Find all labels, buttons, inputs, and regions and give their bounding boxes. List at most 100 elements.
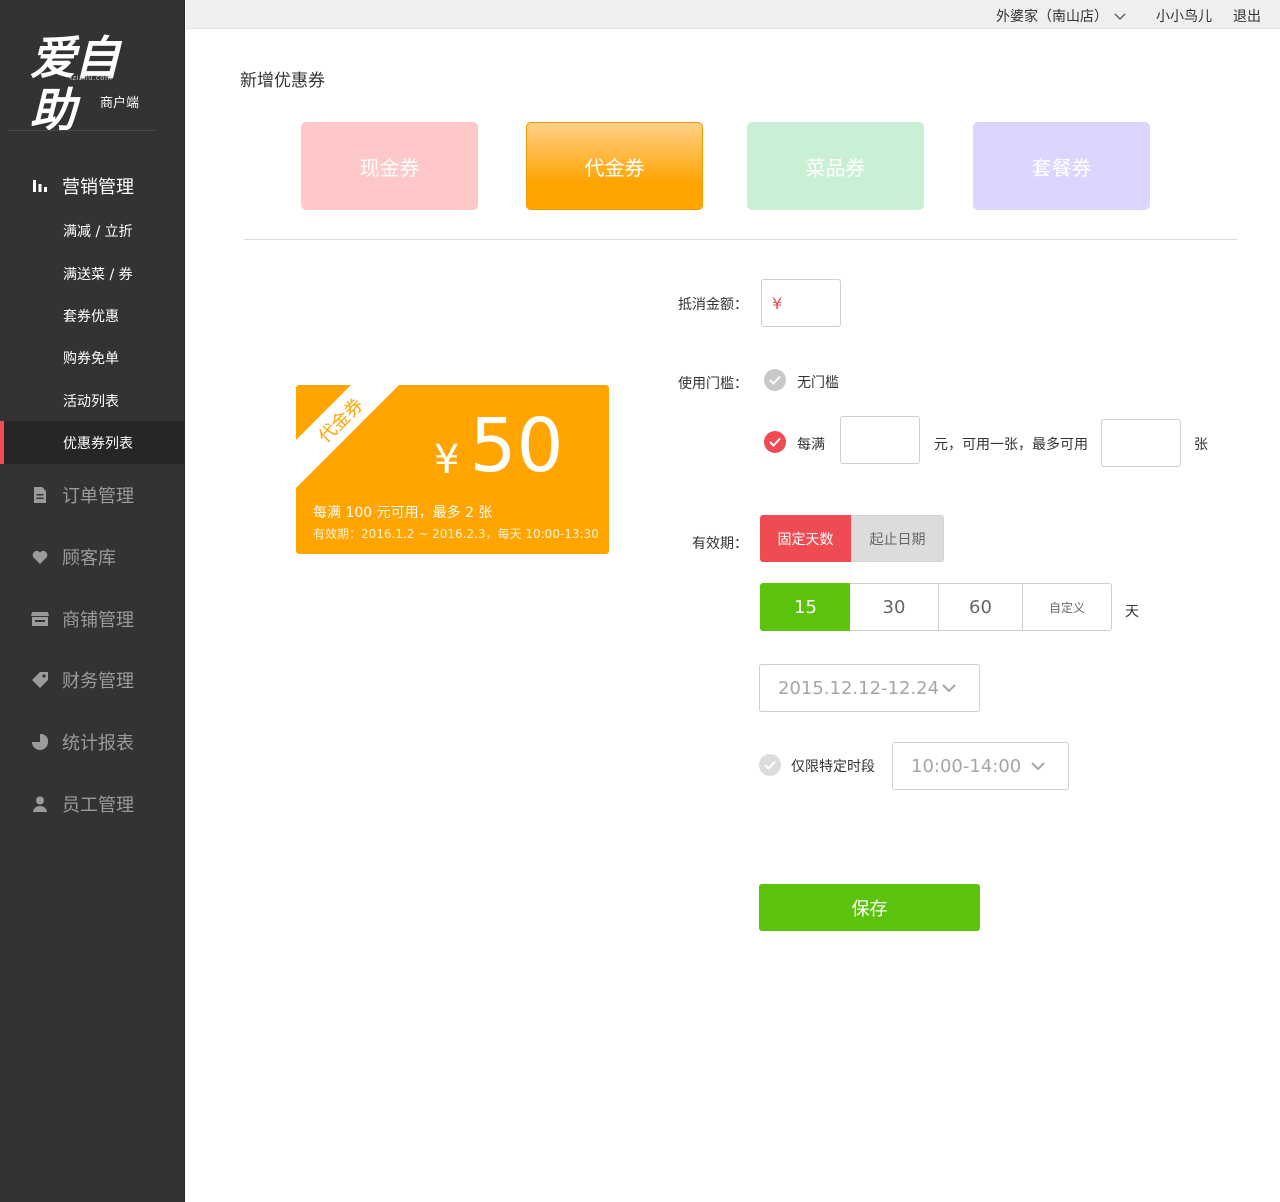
- per-full-mid-label: 元，可用一张，最多可用: [934, 437, 1088, 453]
- sidebar-item-store[interactable]: 商铺管理: [0, 599, 185, 639]
- days-option-60[interactable]: 60: [938, 583, 1023, 631]
- time-range-dropdown[interactable]: 10:00-14:00: [892, 742, 1069, 790]
- sidebar-item-label: 顾客库: [62, 548, 116, 569]
- bar-chart-icon: [30, 176, 50, 196]
- sidebar-subitem-label: 满送菜 / 券: [63, 266, 133, 283]
- coupon-type-label: 菜品券: [805, 155, 866, 180]
- sidebar-item-customers[interactable]: 顾客库: [0, 537, 185, 577]
- sidebar-item-label: 商铺管理: [62, 610, 134, 631]
- sidebar-item-marketing[interactable]: 营销管理: [0, 166, 185, 206]
- date-range-value: 2015.12.12-12.24: [778, 677, 940, 699]
- count-unit-label: 张: [1194, 437, 1208, 453]
- days-unit-label: 天: [1125, 604, 1139, 620]
- fixed-days-label: 固定天数: [777, 531, 834, 548]
- chevron-down-icon: [942, 684, 956, 693]
- coupon-rule: 每满 100 元可用，最多 2 张: [313, 505, 493, 521]
- sidebar: 爱自助 izizhu.com 商户端 营销管理 满减 / 立折 满送菜 / 券 …: [0, 0, 185, 1202]
- chevron-down-icon: [1031, 762, 1045, 771]
- no-threshold-label: 无门槛: [797, 375, 839, 391]
- sidebar-item-finance[interactable]: 财务管理: [0, 660, 185, 700]
- sidebar-subitem-label: 套券优惠: [63, 308, 119, 325]
- sidebar-item-orders[interactable]: 订单管理: [0, 475, 185, 515]
- top-bar: 外婆家（南山店） 小小鸟儿 退出: [186, 0, 1280, 29]
- save-button-label: 保存: [851, 898, 888, 920]
- sidebar-item-label: 员工管理: [62, 795, 134, 816]
- days-option-label: 自定义: [1048, 600, 1085, 615]
- logo-subtitle: 商户端: [100, 96, 140, 111]
- coupon-type-cash[interactable]: 现金券: [301, 122, 478, 210]
- currency-prefix: ¥: [772, 293, 783, 313]
- sidebar-item-staff[interactable]: 员工管理: [0, 784, 185, 824]
- user-icon: [30, 794, 50, 814]
- sidebar-subitem-coupons[interactable]: 优惠券列表: [0, 421, 185, 464]
- sidebar-divider: [8, 130, 156, 131]
- coupon-ribbon-label: 代金券: [314, 394, 368, 448]
- coupon-validity: 有效期：2016.1.2 ~ 2016.2.3，每天 10:00-13:30: [313, 527, 599, 541]
- offset-amount-input[interactable]: ¥: [761, 279, 841, 327]
- sidebar-item-label: 订单管理: [62, 486, 134, 507]
- date-range-label: 起止日期: [869, 531, 926, 548]
- days-option-label: 15: [794, 596, 817, 618]
- pie-chart-icon: [30, 732, 50, 752]
- min-spend-input[interactable]: [840, 416, 920, 464]
- logout-link[interactable]: 退出: [1233, 6, 1261, 26]
- sidebar-subitem-label: 活动列表: [63, 393, 119, 410]
- check-icon: [769, 437, 781, 447]
- coupon-value: 50: [469, 403, 564, 489]
- sidebar-item-label: 营销管理: [62, 177, 134, 198]
- threshold-label: 使用门槛：: [678, 376, 748, 392]
- check-icon: [769, 375, 781, 385]
- no-threshold-radio[interactable]: [764, 369, 786, 391]
- coupon-type-label: 套餐券: [1031, 155, 1092, 180]
- sidebar-subitem-gift[interactable]: 满送菜 / 券: [0, 252, 185, 295]
- logo-url: izizhu.com: [70, 74, 113, 82]
- tag-icon: [30, 670, 50, 690]
- max-count-input[interactable]: [1101, 419, 1181, 467]
- coupon-type-dish[interactable]: 菜品券: [747, 122, 924, 210]
- coupon-type-set-meal[interactable]: 套餐券: [973, 122, 1150, 210]
- validity-label: 有效期：: [692, 536, 748, 552]
- days-option-30[interactable]: 30: [850, 583, 939, 631]
- save-button[interactable]: 保存: [759, 884, 980, 931]
- sidebar-subitem-discount[interactable]: 满减 / 立折: [0, 209, 185, 252]
- coupon-type-label: 现金券: [359, 155, 420, 180]
- time-limit-checkbox[interactable]: [759, 754, 781, 776]
- days-option-15[interactable]: 15: [760, 583, 851, 631]
- coupon-type-voucher[interactable]: 代金券: [526, 122, 703, 210]
- store-selector[interactable]: 外婆家（南山店）: [996, 6, 1126, 26]
- sidebar-item-reports[interactable]: 统计报表: [0, 722, 185, 762]
- sidebar-subitem-activities[interactable]: 活动列表: [0, 379, 185, 422]
- store-name: 外婆家（南山店）: [996, 9, 1108, 25]
- store-icon: [30, 609, 50, 629]
- sidebar-subitem-label: 满减 / 立折: [63, 223, 133, 240]
- user-name[interactable]: 小小鸟儿: [1156, 6, 1212, 26]
- section-divider: [244, 239, 1237, 240]
- per-full-label: 每满: [797, 437, 825, 453]
- document-icon: [30, 485, 50, 505]
- sidebar-subitem-label: 优惠券列表: [63, 435, 133, 452]
- sidebar-subitem-label: 购券免单: [63, 350, 119, 367]
- heart-icon: [30, 547, 50, 567]
- time-limit-label: 仅限特定时段: [791, 759, 875, 775]
- coupon-type-label: 代金券: [584, 155, 645, 180]
- coupon-amount: ¥ 50: [434, 403, 564, 489]
- days-option-label: 30: [882, 596, 906, 618]
- date-range-dropdown[interactable]: 2015.12.12-12.24: [759, 664, 980, 712]
- coupon-ribbon: 代金券: [296, 385, 409, 489]
- sidebar-subitem-package[interactable]: 套券优惠: [0, 294, 185, 337]
- offset-amount-label: 抵消金额：: [678, 297, 748, 313]
- days-option-label: 60: [969, 596, 992, 618]
- coupon-preview: 代金券 ¥ 50 每满 100 元可用，最多 2 张 有效期：2016.1.2 …: [296, 385, 609, 554]
- per-full-radio[interactable]: [764, 431, 786, 453]
- sidebar-subitem-free[interactable]: 购券免单: [0, 336, 185, 379]
- sidebar-item-label: 财务管理: [62, 671, 134, 692]
- date-range-tab[interactable]: 起止日期: [851, 515, 944, 562]
- logo-text: 爱自助: [30, 31, 120, 137]
- page-title: 新增优惠券: [240, 71, 325, 91]
- days-option-custom[interactable]: 自定义: [1022, 583, 1112, 631]
- time-range-value: 10:00-14:00: [911, 755, 1022, 777]
- fixed-days-tab[interactable]: 固定天数: [760, 515, 851, 562]
- logo: 爱自助 izizhu.com 商户端: [30, 32, 155, 136]
- check-icon: [764, 760, 776, 770]
- sidebar-item-label: 统计报表: [62, 733, 134, 754]
